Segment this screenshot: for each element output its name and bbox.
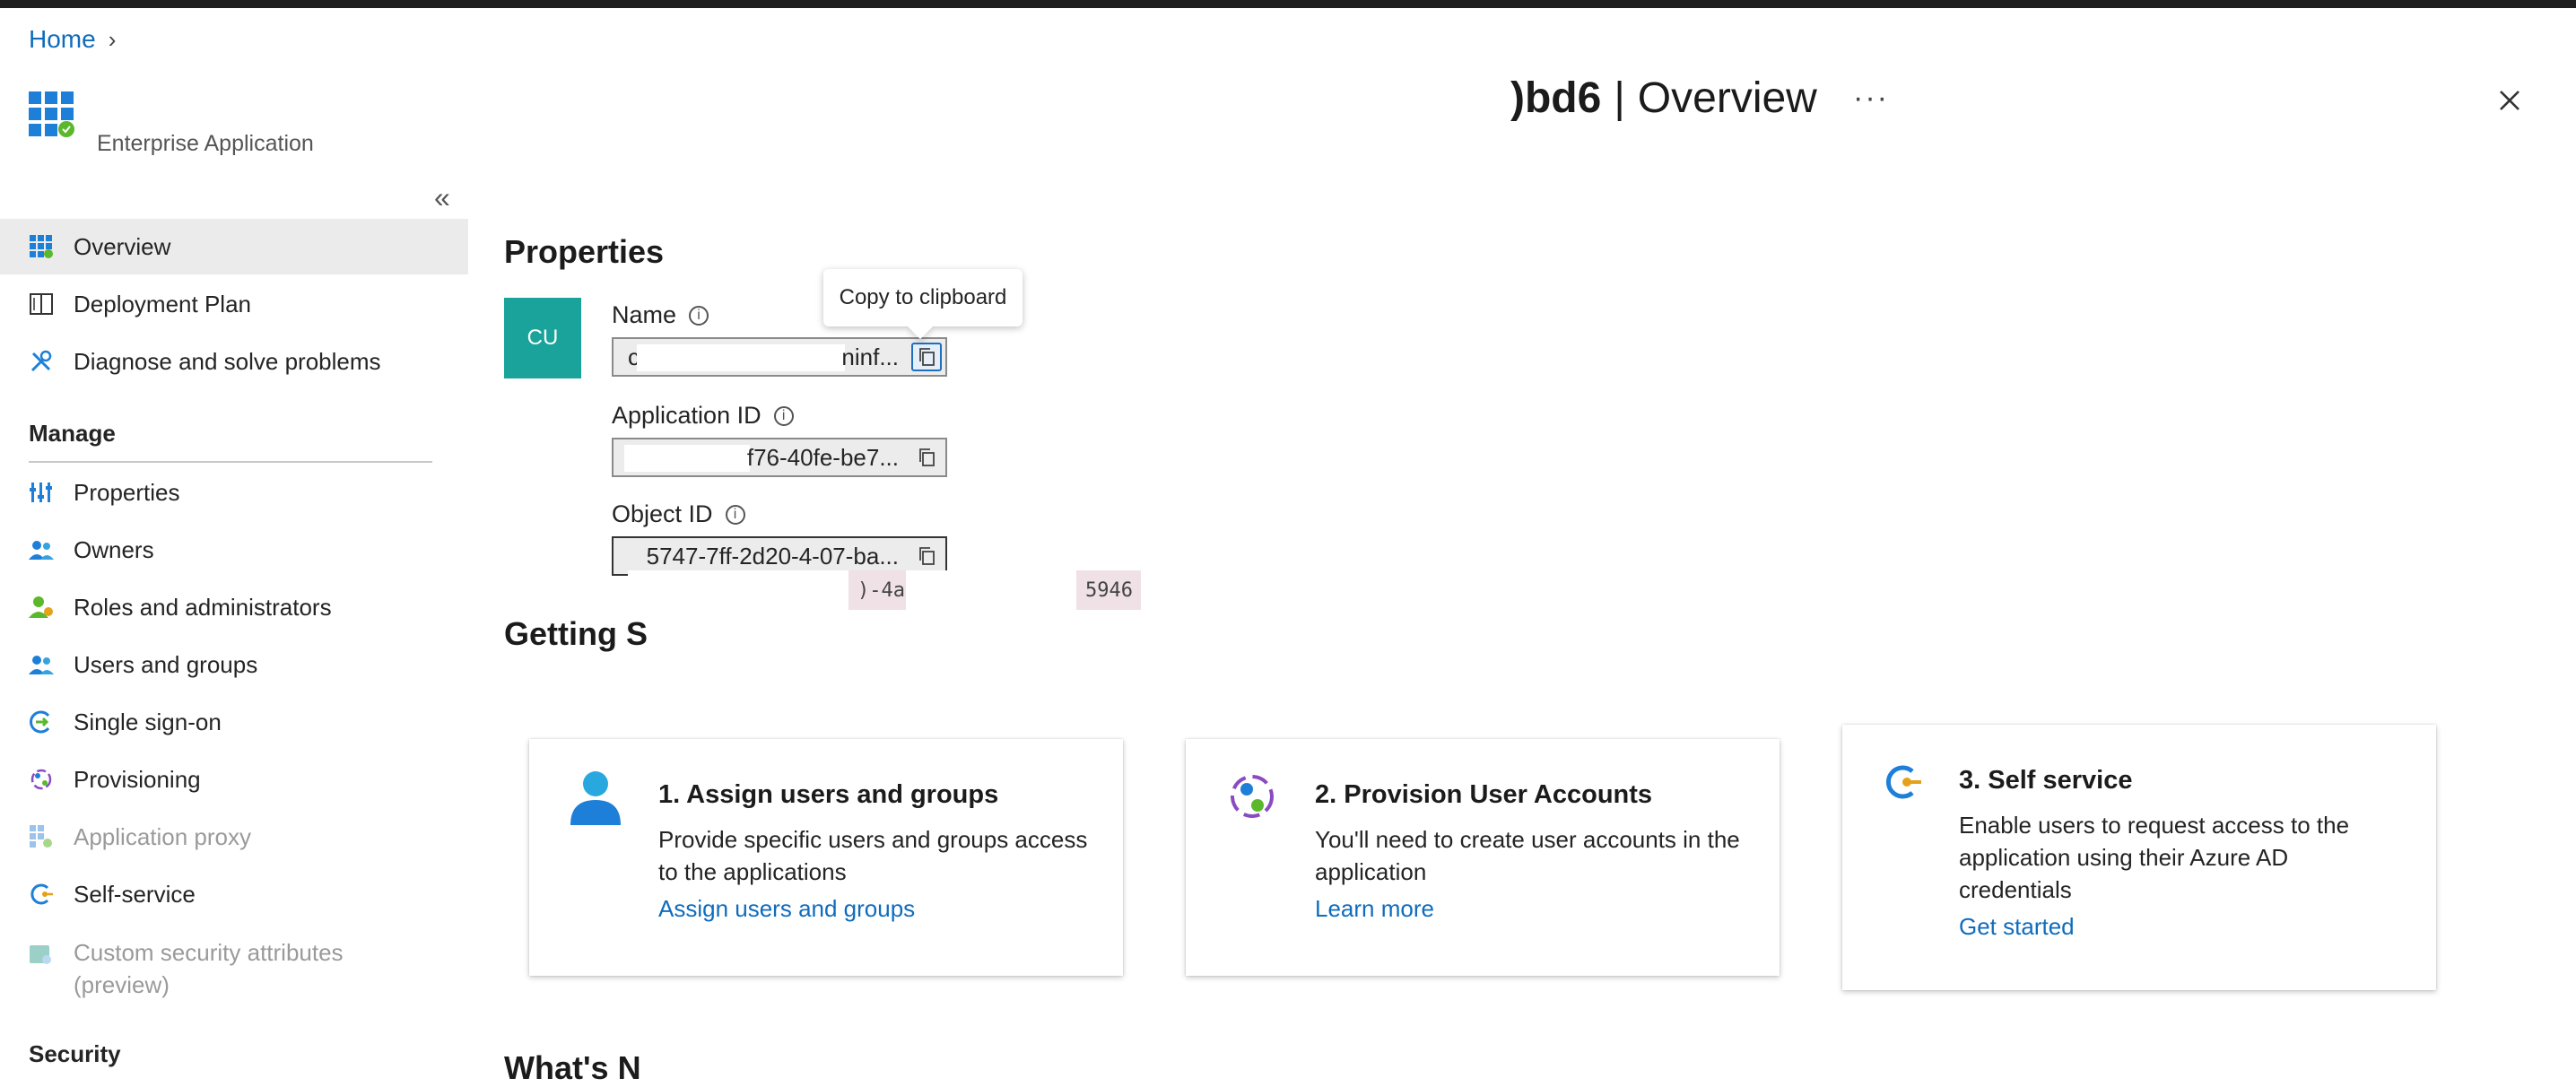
sidebar-item-diagnose[interactable]: Diagnose and solve problems xyxy=(0,334,468,389)
sidebar-item-overview[interactable]: Overview xyxy=(0,219,468,274)
getting-started-heading: Getting S xyxy=(504,615,648,652)
redaction-mask xyxy=(637,344,845,371)
sidebar-item-provisioning[interactable]: Provisioning xyxy=(0,752,468,807)
book-icon xyxy=(27,290,56,318)
copy-icon[interactable] xyxy=(911,343,942,371)
sidebar-item-label: Single sign-on xyxy=(74,708,222,735)
copy-icon[interactable] xyxy=(911,542,942,570)
copied-fragment-1: )-4a2 xyxy=(849,570,917,610)
learn-more-link[interactable]: Learn more xyxy=(1315,895,1434,923)
sidebar-item-label: Roles and administrators xyxy=(74,593,332,621)
section-divider xyxy=(29,461,432,463)
card-assign-users: 1. Assign users and groups Provide speci… xyxy=(529,739,1123,976)
avatar: CU xyxy=(504,298,581,378)
sidebar-item-label: Properties xyxy=(74,478,180,506)
chevron-right-icon: › xyxy=(108,25,117,53)
page-title: )bd6 | Overview xyxy=(1510,74,1817,122)
application-id-value: f76-40fe-be7... xyxy=(746,443,899,471)
sidebar-item-label: Deployment Plan xyxy=(74,290,251,317)
card-title: 1. Assign users and groups xyxy=(658,780,999,809)
users-icon xyxy=(27,650,56,679)
card-title: 3. Self service xyxy=(1959,766,2133,795)
custom-attributes-icon xyxy=(27,940,56,969)
user-icon xyxy=(570,771,621,825)
copy-tooltip: Copy to clipboard xyxy=(823,269,1023,326)
roles-icon xyxy=(27,593,56,622)
properties-bars-icon xyxy=(27,478,56,507)
sidebar-item-properties[interactable]: Properties xyxy=(0,465,468,520)
breadcrumb-home-link[interactable]: Home xyxy=(29,25,96,54)
sidebar-item-roles[interactable]: Roles and administrators xyxy=(0,579,468,635)
card-description: Enable users to request access to the ap… xyxy=(1959,812,2350,903)
name-value: ninf... xyxy=(841,343,899,370)
collapse-sidebar-icon[interactable]: « xyxy=(434,181,450,214)
sidebar-item-label: Custom security attributes xyxy=(74,939,344,966)
sidebar-item-label: Overview xyxy=(74,232,171,260)
object-id-label: Object ID i xyxy=(612,500,745,528)
sidebar-item-label: Application proxy xyxy=(74,822,251,850)
app-subtitle: Enterprise Application xyxy=(97,131,314,156)
proxy-icon xyxy=(27,822,56,851)
provisioning-icon xyxy=(27,765,56,794)
security-heading: Security xyxy=(29,1040,121,1067)
self-service-icon xyxy=(1885,765,1921,799)
more-options-button[interactable]: ··· xyxy=(1853,81,1889,116)
overview-grid-icon xyxy=(27,232,56,261)
enterprise-app-icon xyxy=(29,91,74,137)
sidebar-item-label-preview: (preview) xyxy=(74,971,170,998)
whats-new-heading: What's N xyxy=(504,1049,641,1086)
redaction-mask xyxy=(906,570,1085,610)
sidebar-item-users-groups[interactable]: Users and groups xyxy=(0,637,468,692)
copied-value-overlay: )-4a2 5946 xyxy=(628,570,1141,610)
info-icon[interactable]: i xyxy=(689,305,709,326)
sidebar-item-self-service[interactable]: Self-service xyxy=(0,866,468,922)
redaction-mask xyxy=(624,445,750,472)
self-service-icon xyxy=(27,880,56,909)
manage-heading: Manage xyxy=(29,420,116,447)
assign-users-link[interactable]: Assign users and groups xyxy=(658,895,915,923)
object-id-value: 5747-7ff-2d20-4-07-ba... xyxy=(646,542,899,570)
sidebar-item-owners[interactable]: Owners xyxy=(0,522,468,578)
redaction-mask xyxy=(628,570,849,610)
card-provision-accounts: 2. Provision User Accounts You'll need t… xyxy=(1186,739,1780,976)
close-icon[interactable] xyxy=(2493,84,2526,117)
sidebar-item-label-group: Custom security attributes (preview) xyxy=(74,936,344,1001)
copied-fragment-2: 5946 xyxy=(1076,570,1141,610)
wrench-icon xyxy=(27,347,56,376)
card-description: You'll need to create user accounts in t… xyxy=(1315,826,1740,885)
breadcrumb: Home › xyxy=(29,25,116,54)
info-icon[interactable]: i xyxy=(725,504,745,525)
provisioning-icon xyxy=(1231,775,1274,818)
card-title: 2. Provision User Accounts xyxy=(1315,780,1653,809)
copy-icon[interactable] xyxy=(911,443,942,472)
info-icon[interactable]: i xyxy=(773,405,794,426)
sidebar-item-label: Self-service xyxy=(74,880,196,908)
users-icon xyxy=(27,535,56,564)
sidebar-item-application-proxy[interactable]: Application proxy xyxy=(0,809,468,865)
card-self-service: 3. Self service Enable users to request … xyxy=(1842,725,2436,990)
name-label: Name i xyxy=(612,301,709,329)
application-id-field[interactable]: f76-40fe-be7... xyxy=(612,438,947,477)
sso-icon xyxy=(27,708,56,736)
get-started-link[interactable]: Get started xyxy=(1959,913,2075,941)
name-field[interactable]: c ninf... xyxy=(612,337,947,377)
application-id-label: Application ID i xyxy=(612,402,794,430)
sidebar-item-label: Diagnose and solve problems xyxy=(74,347,381,375)
sidebar-item-deployment-plan[interactable]: Deployment Plan xyxy=(0,276,468,332)
sidebar-item-single-sign-on[interactable]: Single sign-on xyxy=(0,694,468,750)
properties-heading: Properties xyxy=(504,233,665,270)
sidebar-item-label: Users and groups xyxy=(74,650,258,678)
sidebar-item-custom-security-attributes[interactable]: Custom security attributes (preview) xyxy=(0,936,468,1003)
sidebar-item-label: Owners xyxy=(74,535,154,563)
top-bar xyxy=(0,0,2576,8)
sidebar-item-label: Provisioning xyxy=(74,765,201,793)
card-description: Provide specific users and groups access… xyxy=(658,826,1088,885)
